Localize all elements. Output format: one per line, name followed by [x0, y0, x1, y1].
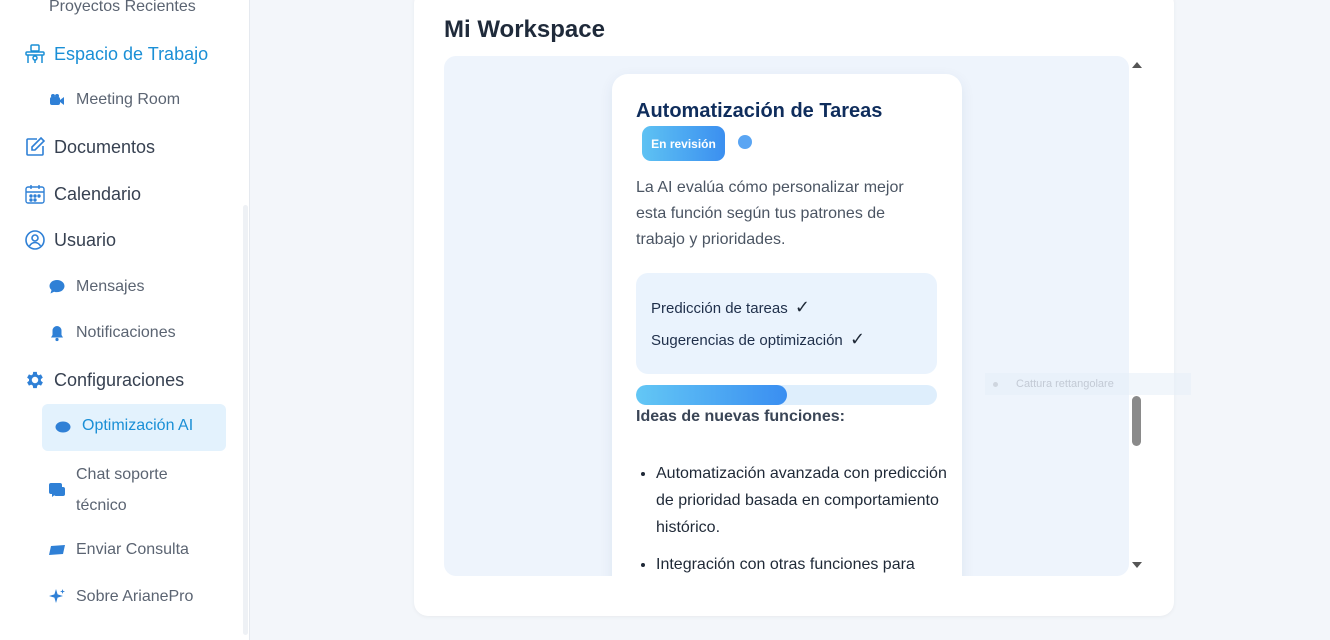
sidebar-item-mensajes[interactable]: Mensajes	[48, 278, 144, 296]
user-circle-icon	[24, 229, 46, 251]
support-chat-icon	[48, 481, 66, 499]
overlay-dot-icon	[993, 381, 998, 387]
sidebar-item-notificaciones[interactable]: Notificaciones	[48, 324, 176, 342]
edit-document-icon	[24, 136, 46, 158]
sidebar-item-configuraciones[interactable]: Configuraciones	[24, 369, 184, 391]
list-item: Automatización avanzada con predicción d…	[656, 460, 956, 541]
scroll-up-arrow-icon[interactable]	[1132, 62, 1142, 68]
sidebar-item-proyectos-recientes[interactable]: Proyectos Recientes	[49, 0, 196, 16]
sidebar-item-label: Optimización AI	[82, 417, 194, 434]
sidebar-item-sobre-arianepro[interactable]: Sobre ArianePro	[48, 588, 193, 606]
card-description: La AI evalúa cómo personalizar mejor est…	[636, 179, 904, 248]
sidebar-item-label: Documentos	[54, 136, 156, 157]
sidebar-scrollbar[interactable]	[243, 205, 248, 635]
sidebar: Proyectos Recientes Espacio de Trabajo M…	[0, 0, 250, 640]
workspace-icon	[24, 43, 46, 65]
bell-icon	[48, 324, 66, 342]
calendar-icon	[24, 183, 46, 205]
card-title: Automatización de Tareas	[636, 100, 883, 122]
cloud-icon	[54, 417, 72, 435]
sparkle-icon	[48, 588, 66, 606]
sidebar-item-label: Proyectos Recientes	[49, 0, 196, 15]
sidebar-item-label: Usuario	[54, 229, 117, 250]
feature-card: Automatización de Tareas En revisión La …	[612, 74, 962, 576]
sidebar-item-label: Mensajes	[76, 278, 145, 295]
status-badge: En revisión	[642, 126, 725, 161]
ideas-title: Ideas de nuevas funciones:	[636, 408, 845, 425]
list-item: Integración con otras funciones para	[656, 551, 956, 576]
sidebar-item-documentos[interactable]: Documentos	[24, 136, 155, 158]
sidebar-item-label: Espacio de Trabajo	[54, 43, 209, 64]
gear-icon	[24, 369, 46, 391]
feature-item: Predicción de tareas ✓	[651, 297, 810, 318]
sidebar-item-chat-soporte[interactable]: Chat soporte técnico	[48, 459, 196, 521]
progress-bar	[636, 385, 937, 405]
feature-label: Sugerencias de optimización	[651, 332, 843, 349]
sidebar-item-label: Meeting Room	[76, 91, 181, 108]
sidebar-item-calendario[interactable]: Calendario	[24, 183, 141, 205]
sidebar-item-optimizacion-ai-content[interactable]: Optimización AI	[54, 417, 193, 435]
feature-item: Sugerencias de optimización ✓	[651, 329, 865, 350]
feature-list: Predicción de tareas ✓ Sugerencias de op…	[636, 273, 937, 374]
overlay-label: Cattura rettangolare	[1016, 378, 1114, 390]
sidebar-item-espacio-de-trabajo[interactable]: Espacio de Trabajo	[24, 43, 208, 65]
sidebar-item-label: Sobre ArianePro	[76, 588, 194, 605]
status-dot	[738, 135, 752, 149]
sidebar-item-label: Chat soporte técnico	[76, 466, 168, 514]
sidebar-item-enviar-consulta[interactable]: Enviar Consulta	[48, 541, 189, 559]
scroll-down-arrow-icon[interactable]	[1132, 562, 1142, 568]
scroll-thumb[interactable]	[1132, 396, 1141, 446]
ideas-list: Automatización avanzada con predicción d…	[636, 460, 956, 576]
chat-bubble-icon	[48, 278, 66, 296]
sidebar-item-label: Enviar Consulta	[76, 541, 189, 558]
progress-fill	[636, 385, 787, 405]
feature-label: Predicción de tareas	[651, 300, 788, 317]
ghost-overlay: Cattura rettangolare	[985, 373, 1191, 395]
sidebar-item-meeting-room[interactable]: Meeting Room	[48, 91, 180, 109]
check-icon: ✓	[849, 329, 866, 349]
workspace-scrollbar[interactable]	[1129, 56, 1145, 576]
sidebar-item-usuario[interactable]: Usuario	[24, 229, 116, 251]
sidebar-item-label: Calendario	[54, 183, 142, 204]
page-title: Mi Workspace	[444, 16, 605, 43]
workspace-scroll-area[interactable]: Automatización de Tareas En revisión La …	[444, 56, 1129, 576]
send-icon	[48, 541, 66, 559]
check-icon: ✓	[794, 297, 811, 317]
video-camera-icon	[48, 91, 66, 109]
sidebar-item-label: Notificaciones	[76, 324, 176, 341]
sidebar-item-label: Configuraciones	[54, 369, 185, 390]
